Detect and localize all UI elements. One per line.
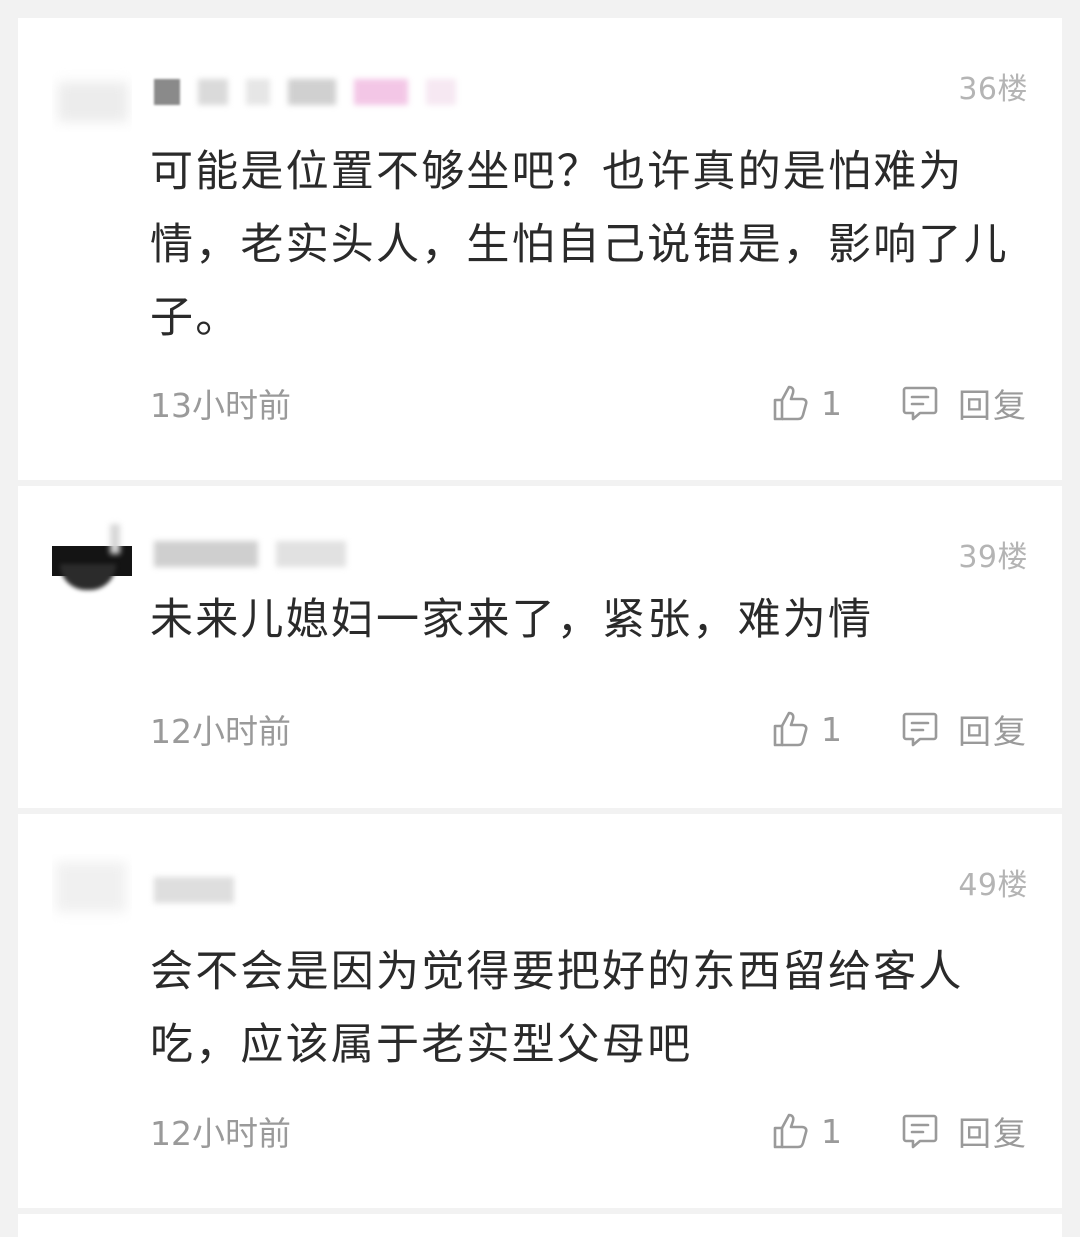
comment-text: 可能是位置不够坐吧？也许真的是怕难为情，老实头人，生怕自己说错是，影响了儿子。 [150,147,1009,343]
comment-meta: 12小时前 1 回复 [150,704,1028,754]
comment-card-partial [18,1214,1062,1237]
timestamp: 12小时前 [150,712,291,751]
comment-card: 36楼 可能是位置不够坐吧？也许真的是怕难为情，老实头人，生怕自己说错是，影响了… [18,18,1062,480]
comment-card: 49楼 会不会是因为觉得要把好的东西留给客人吃，应该属于老实型父母吧 12小时前… [18,814,1062,1208]
comment-card: 39楼 未来儿媳妇一家来了，紧张，难为情 12小时前 1 回复 [18,486,1062,808]
reply-label: 回复 [958,1114,1028,1153]
comment-meta: 12小时前 1 回复 [150,1106,1028,1156]
comment-icon [900,709,940,749]
like-count: 1 [821,383,842,423]
like-count: 1 [821,1111,842,1151]
username-redacted[interactable] [154,76,456,108]
comment-text: 未来儿媳妇一家来了，紧张，难为情 [150,595,874,645]
like-count: 1 [821,709,842,749]
timestamp: 12小时前 [150,1114,291,1153]
username-redacted[interactable] [154,538,346,570]
floor-number: 49楼 [958,868,1028,903]
reply-button[interactable]: 回复 [900,705,1028,753]
like-button[interactable]: 1 [771,709,842,749]
thumbs-up-icon [771,1111,811,1151]
comment-list: 36楼 可能是位置不够坐吧？也许真的是怕难为情，老实头人，生怕自己说错是，影响了… [0,0,1080,1237]
avatar[interactable] [52,854,132,934]
comment-icon [900,1111,940,1151]
timestamp: 13小时前 [150,386,291,425]
username-redacted[interactable] [154,874,234,906]
reply-label: 回复 [958,386,1028,425]
floor-number: 36楼 [958,72,1028,107]
avatar[interactable] [52,52,132,132]
avatar[interactable] [52,516,132,596]
reply-button[interactable]: 回复 [900,1107,1028,1155]
comment-text: 会不会是因为觉得要把好的东西留给客人吃，应该属于老实型父母吧 [150,947,964,1070]
like-button[interactable]: 1 [771,1111,842,1151]
thumbs-up-icon [771,709,811,749]
reply-label: 回复 [958,712,1028,751]
comment-icon [900,383,940,423]
thumbs-up-icon [771,383,811,423]
reply-button[interactable]: 回复 [900,379,1028,427]
like-button[interactable]: 1 [771,383,842,423]
comment-meta: 13小时前 1 回复 [150,378,1028,428]
floor-number: 39楼 [958,540,1028,575]
